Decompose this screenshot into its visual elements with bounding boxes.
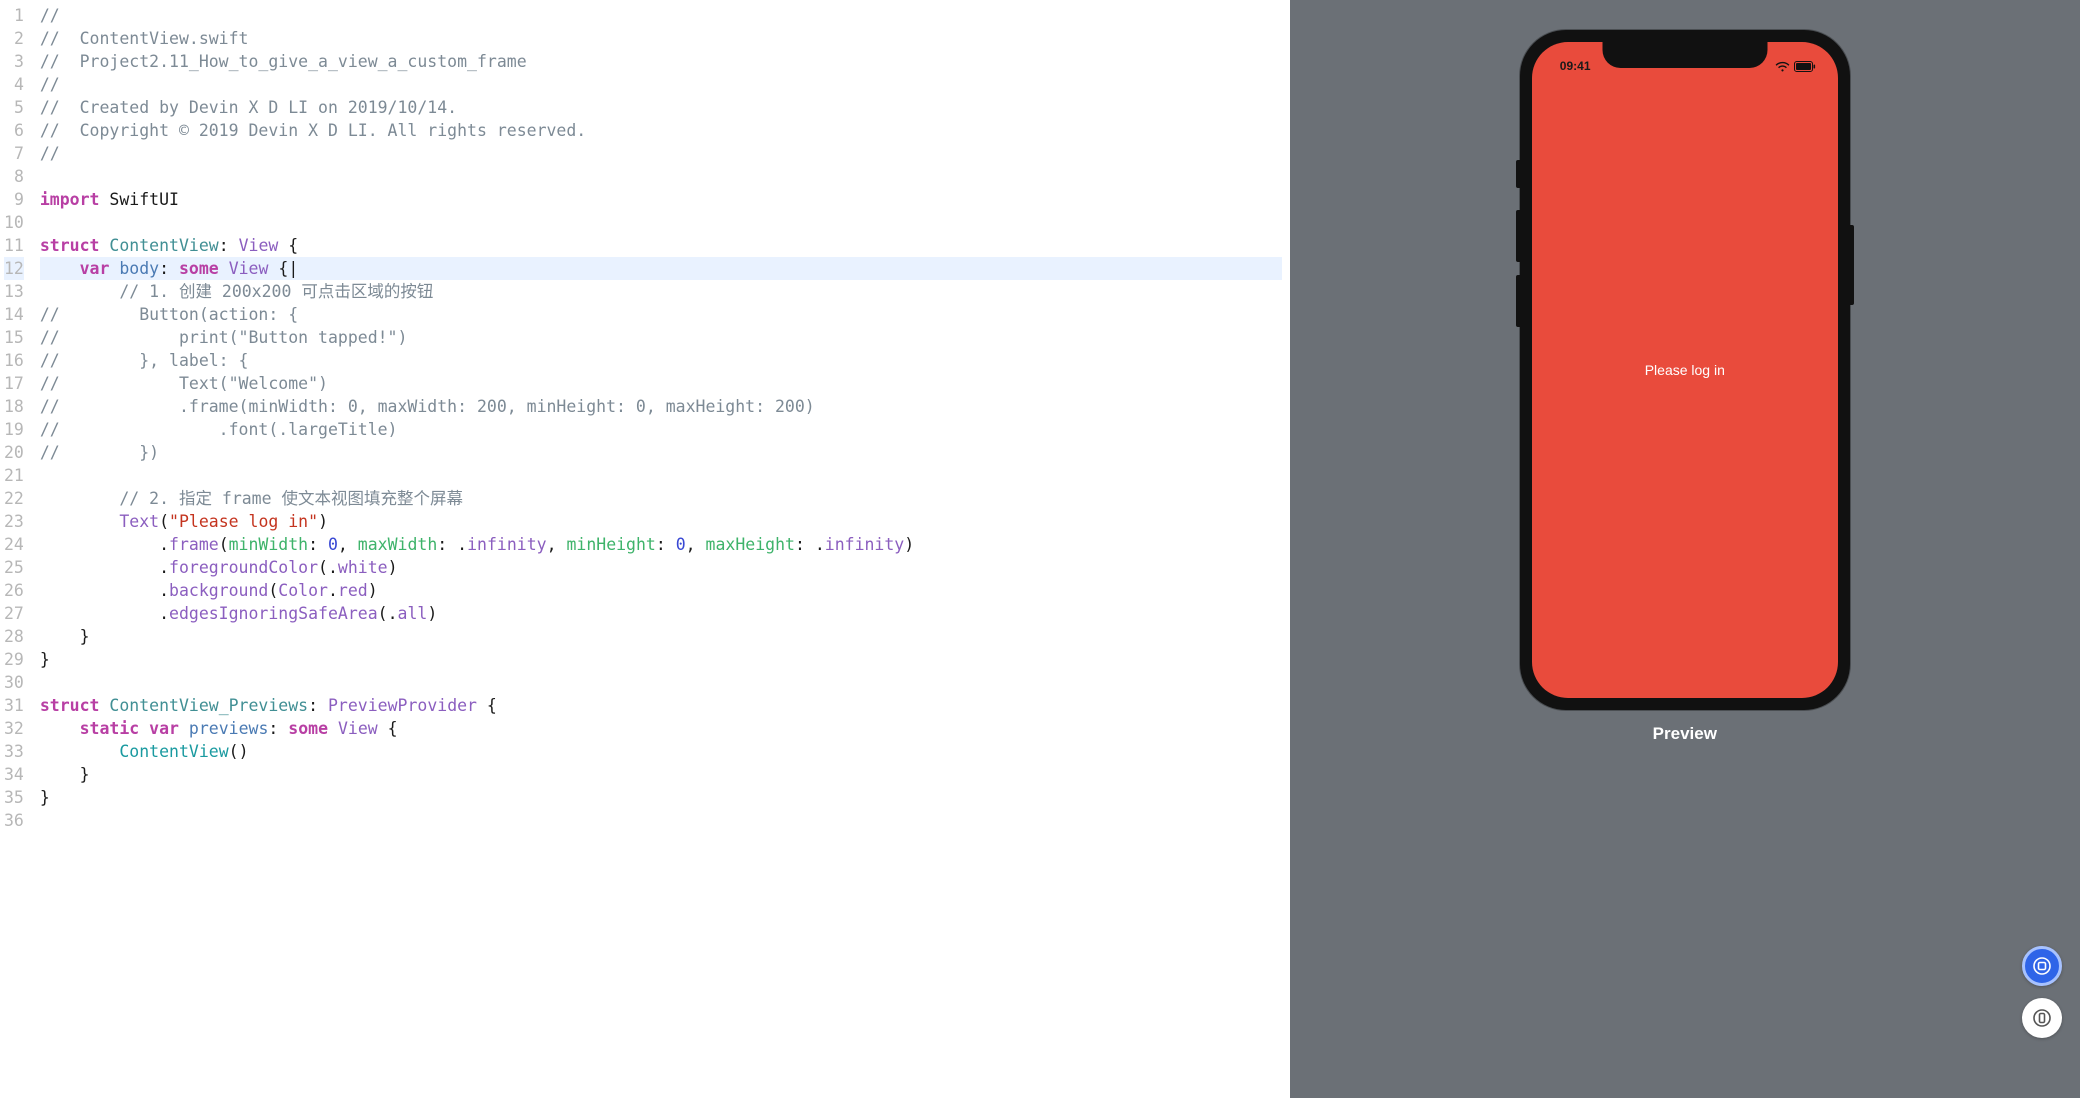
code-line[interactable]: .foregroundColor(.white)	[40, 556, 1282, 579]
code-line[interactable]: import SwiftUI	[40, 188, 1282, 211]
code-line[interactable]	[40, 464, 1282, 487]
line-number: 27	[4, 602, 24, 625]
line-number: 26	[4, 579, 24, 602]
line-number: 8	[4, 165, 24, 188]
line-number: 25	[4, 556, 24, 579]
code-line[interactable]: // .frame(minWidth: 0, maxWidth: 200, mi…	[40, 395, 1282, 418]
status-time: 09:41	[1560, 59, 1591, 73]
line-number: 30	[4, 671, 24, 694]
code-line[interactable]: struct ContentView: View {	[40, 234, 1282, 257]
code-line[interactable]: // Text("Welcome")	[40, 372, 1282, 395]
code-line[interactable]: ContentView()	[40, 740, 1282, 763]
code-line[interactable]: // Button(action: {	[40, 303, 1282, 326]
line-number: 22	[4, 487, 24, 510]
code-line[interactable]: .frame(minWidth: 0, maxWidth: .infinity,…	[40, 533, 1282, 556]
code-line[interactable]: }	[40, 763, 1282, 786]
line-number-gutter: 1234567891011121314151617181920212223242…	[0, 0, 32, 1098]
code-line[interactable]	[40, 165, 1282, 188]
code-area[interactable]: //// ContentView.swift// Project2.11_How…	[32, 0, 1290, 1098]
device-icon	[2032, 1008, 2052, 1028]
battery-icon	[1794, 61, 1816, 72]
device-side-button	[1516, 160, 1520, 188]
screen-text-label: Please log in	[1645, 362, 1725, 378]
line-number: 29	[4, 648, 24, 671]
device-notch	[1602, 42, 1767, 68]
code-line[interactable]: struct ContentView_Previews: PreviewProv…	[40, 694, 1282, 717]
line-number: 10	[4, 211, 24, 234]
code-line[interactable]: Text("Please log in")	[40, 510, 1282, 533]
code-line[interactable]: // 2. 指定 frame 使文本视图填充整个屏幕	[40, 487, 1282, 510]
line-number: 9	[4, 188, 24, 211]
code-line[interactable]: // })	[40, 441, 1282, 464]
line-number: 11	[4, 234, 24, 257]
line-number: 16	[4, 349, 24, 372]
line-number: 18	[4, 395, 24, 418]
line-number: 6	[4, 119, 24, 142]
line-number: 34	[4, 763, 24, 786]
code-line[interactable]	[40, 809, 1282, 832]
code-line[interactable]: // ContentView.swift	[40, 27, 1282, 50]
code-line[interactable]: // Project2.11_How_to_give_a_view_a_cust…	[40, 50, 1282, 73]
code-line[interactable]	[40, 671, 1282, 694]
code-line[interactable]: // }, label: {	[40, 349, 1282, 372]
code-line[interactable]: //	[40, 142, 1282, 165]
code-editor[interactable]: 1234567891011121314151617181920212223242…	[0, 0, 1290, 1098]
line-number: 14	[4, 303, 24, 326]
device-side-button	[1516, 275, 1520, 327]
line-number: 15	[4, 326, 24, 349]
device-screen[interactable]: 09:41 Please log in	[1532, 42, 1838, 698]
play-preview-icon	[2032, 956, 2052, 976]
canvas-button-group	[2022, 946, 2062, 1038]
code-line[interactable]: // Created by Devin X D LI on 2019/10/14…	[40, 96, 1282, 119]
preview-canvas[interactable]: 09:41 Please log in Preview	[1290, 0, 2080, 1098]
code-line[interactable]: // 1. 创建 200x200 可点击区域的按钮	[40, 280, 1282, 303]
code-line[interactable]: .edgesIgnoringSafeArea(.all)	[40, 602, 1282, 625]
line-number: 35	[4, 786, 24, 809]
code-line[interactable]: }	[40, 786, 1282, 809]
status-indicators	[1775, 61, 1816, 72]
line-number: 5	[4, 96, 24, 119]
live-preview-button[interactable]	[2022, 946, 2062, 986]
line-number: 2	[4, 27, 24, 50]
device-side-button	[1850, 225, 1854, 305]
code-line[interactable]: static var previews: some View {	[40, 717, 1282, 740]
line-number: 12	[4, 257, 24, 280]
line-number: 32	[4, 717, 24, 740]
line-number: 24	[4, 533, 24, 556]
line-number: 21	[4, 464, 24, 487]
device-frame: 09:41 Please log in	[1520, 30, 1850, 710]
line-number: 28	[4, 625, 24, 648]
line-number: 33	[4, 740, 24, 763]
code-line[interactable]: }	[40, 625, 1282, 648]
text-cursor: |	[288, 259, 298, 278]
line-number: 3	[4, 50, 24, 73]
line-number: 20	[4, 441, 24, 464]
line-number: 36	[4, 809, 24, 832]
line-number: 13	[4, 280, 24, 303]
code-line[interactable]: //	[40, 4, 1282, 27]
code-line[interactable]: .background(Color.red)	[40, 579, 1282, 602]
code-line[interactable]: var body: some View {|	[40, 257, 1282, 280]
line-number: 17	[4, 372, 24, 395]
code-line[interactable]: // print("Button tapped!")	[40, 326, 1282, 349]
code-line[interactable]: //	[40, 73, 1282, 96]
preview-label: Preview	[1653, 724, 1717, 744]
device-settings-button[interactable]	[2022, 998, 2062, 1038]
line-number: 7	[4, 142, 24, 165]
device-side-button	[1516, 210, 1520, 262]
code-line[interactable]	[40, 211, 1282, 234]
line-number: 1	[4, 4, 24, 27]
line-number: 23	[4, 510, 24, 533]
code-line[interactable]: // Copyright © 2019 Devin X D LI. All ri…	[40, 119, 1282, 142]
line-number: 4	[4, 73, 24, 96]
line-number: 31	[4, 694, 24, 717]
wifi-icon	[1775, 61, 1790, 72]
code-line[interactable]: // .font(.largeTitle)	[40, 418, 1282, 441]
code-line[interactable]: }	[40, 648, 1282, 671]
line-number: 19	[4, 418, 24, 441]
